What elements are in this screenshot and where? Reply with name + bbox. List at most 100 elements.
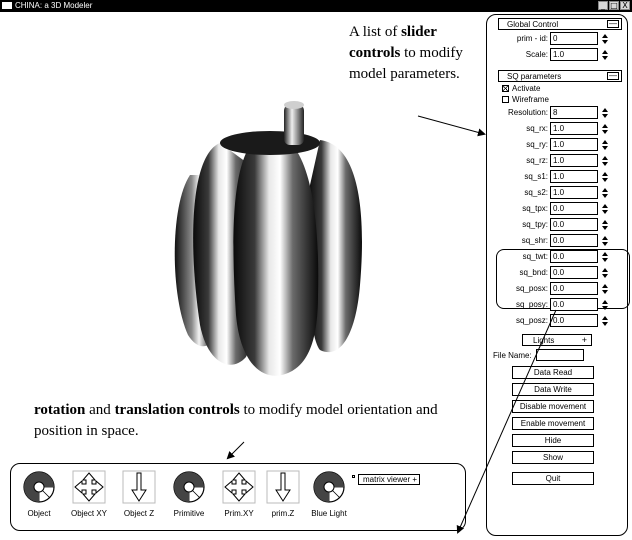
spinner-arrows[interactable] bbox=[602, 236, 608, 246]
expand-button[interactable]: + bbox=[582, 336, 587, 345]
toolbar-button[interactable]: Object XY bbox=[64, 470, 114, 518]
toolbar-button[interactable]: prim.Z bbox=[258, 470, 308, 518]
slider-value-field[interactable]: 1.0 bbox=[550, 170, 598, 183]
slider-label: sq_tpx: bbox=[522, 204, 548, 213]
expand-icon: + bbox=[412, 475, 417, 484]
arrow-up-icon bbox=[602, 50, 608, 54]
toolbar-button[interactable]: Primitive bbox=[164, 470, 214, 518]
slider-value-field[interactable]: 1.0 bbox=[550, 186, 598, 199]
global-control-header[interactable]: Global Control — bbox=[498, 18, 622, 30]
file-name-label: File Name: bbox=[493, 351, 532, 360]
slider-value-field[interactable]: 0.0 bbox=[550, 234, 598, 247]
arrow-down-icon bbox=[602, 322, 608, 326]
slider-value-field[interactable]: 0.0 bbox=[550, 298, 598, 311]
close-button[interactable]: X bbox=[620, 1, 630, 10]
spinner-arrows[interactable] bbox=[602, 220, 608, 230]
spinner-arrows[interactable] bbox=[602, 188, 608, 198]
action-button[interactable]: Disable movement bbox=[512, 400, 594, 413]
3d-model-viewport[interactable] bbox=[160, 95, 380, 395]
file-name-row: File Name: bbox=[493, 349, 622, 363]
slider-value-field[interactable]: 0 bbox=[550, 32, 598, 45]
window-title: CHINA: a 3D Modeler bbox=[15, 1, 93, 10]
group-title: SQ parameters bbox=[507, 72, 562, 81]
spinner-arrows[interactable] bbox=[602, 108, 608, 118]
slider-value-field[interactable]: 0.0 bbox=[550, 218, 598, 231]
checkbox-row[interactable]: Activate bbox=[498, 84, 622, 94]
slider-row: sq_twt: 0.0 bbox=[498, 250, 622, 264]
spinner-arrows[interactable] bbox=[602, 300, 608, 310]
slider-value-field[interactable]: 0.0 bbox=[550, 202, 598, 215]
toolbar-button[interactable]: Blue Light bbox=[304, 470, 354, 518]
matrix-viewer-handle[interactable] bbox=[352, 475, 355, 478]
slider-row: sq_tpy: 0.0 bbox=[498, 218, 622, 232]
slider-value-field[interactable]: 1.0 bbox=[550, 122, 598, 135]
slider-value-field[interactable]: 0.0 bbox=[550, 266, 598, 279]
arrow-down-icon bbox=[602, 162, 608, 166]
arrow-up-icon bbox=[602, 316, 608, 320]
checkbox[interactable] bbox=[502, 85, 509, 93]
action-button[interactable]: Data Read bbox=[512, 366, 594, 379]
quit-button[interactable]: Quit bbox=[512, 472, 594, 485]
toolbar-button[interactable]: Prim.XY bbox=[214, 470, 264, 518]
spinner-arrows[interactable] bbox=[602, 268, 608, 278]
arrow-up-icon bbox=[602, 108, 608, 112]
slider-label: sq_s2: bbox=[524, 188, 548, 197]
annotation-text: and bbox=[85, 402, 115, 418]
lights-header[interactable]: Lights + bbox=[522, 334, 592, 346]
slider-value-field[interactable]: 8 bbox=[550, 106, 598, 119]
action-button[interactable]: Hide bbox=[512, 434, 594, 447]
annotation-bold: rotation bbox=[34, 402, 86, 418]
slider-value-field[interactable]: 0.0 bbox=[550, 282, 598, 295]
rotate-ball-icon bbox=[14, 470, 64, 504]
toolbar-label: Object bbox=[27, 509, 51, 518]
spinner-arrows[interactable] bbox=[602, 204, 608, 214]
slider-value-field[interactable]: 1.0 bbox=[550, 154, 598, 167]
spinner-arrows[interactable] bbox=[602, 316, 608, 326]
arrow-down-icon bbox=[602, 178, 608, 182]
slider-row: sq_posz: 0.0 bbox=[498, 314, 622, 328]
checkbox-row[interactable]: Wireframe bbox=[498, 95, 622, 105]
collapse-button[interactable]: — bbox=[607, 20, 619, 28]
spinner-arrows[interactable] bbox=[602, 34, 608, 44]
arrow-up-icon bbox=[602, 124, 608, 128]
slider-row: sq_tpx: 0.0 bbox=[498, 202, 622, 216]
maximize-button[interactable]: □ bbox=[609, 1, 619, 10]
spinner-arrows[interactable] bbox=[602, 50, 608, 60]
spinner-arrows[interactable] bbox=[602, 284, 608, 294]
spinner-arrows[interactable] bbox=[602, 124, 608, 134]
toolbar-label: Object Z bbox=[123, 509, 155, 518]
slider-value-field[interactable]: 1.0 bbox=[550, 48, 598, 61]
toolbar-label: Object XY bbox=[70, 509, 107, 518]
slider-label: Scale: bbox=[525, 50, 548, 59]
action-button[interactable]: Data Write bbox=[512, 383, 594, 396]
arrow-up-icon bbox=[602, 252, 608, 256]
move-xy-icon bbox=[214, 470, 264, 504]
slider-value-field[interactable]: 0.0 bbox=[550, 314, 598, 327]
action-button[interactable]: Enable movement bbox=[512, 417, 594, 430]
spinner-arrows[interactable] bbox=[602, 252, 608, 262]
minimize-button[interactable]: _ bbox=[598, 1, 608, 10]
file-name-input[interactable] bbox=[536, 349, 584, 361]
slider-row: sq_s2: 1.0 bbox=[498, 186, 622, 200]
arrow-up-icon bbox=[602, 140, 608, 144]
slider-value-field[interactable]: 1.0 bbox=[550, 138, 598, 151]
arrow-up-icon bbox=[602, 268, 608, 272]
arrow-down-icon bbox=[602, 56, 608, 60]
arrow-down-icon bbox=[602, 194, 608, 198]
arrow-down-icon bbox=[602, 242, 608, 246]
slider-label: sq_rx: bbox=[526, 124, 548, 133]
action-button[interactable]: Show bbox=[512, 451, 594, 464]
slider-value-field[interactable]: 0.0 bbox=[550, 250, 598, 263]
sq-parameters-header[interactable]: SQ parameters — bbox=[498, 70, 622, 82]
spinner-arrows[interactable] bbox=[602, 140, 608, 150]
spinner-arrows[interactable] bbox=[602, 172, 608, 182]
checkbox[interactable] bbox=[502, 96, 509, 104]
collapse-button[interactable]: — bbox=[607, 72, 619, 80]
toolbar-button[interactable]: Object bbox=[14, 470, 64, 518]
matrix-viewer-label: matrix viewer bbox=[363, 475, 411, 484]
arrow-down-icon bbox=[602, 274, 608, 278]
toolbar-button[interactable]: Object Z bbox=[114, 470, 164, 518]
matrix-viewer-button[interactable]: matrix viewer + bbox=[358, 474, 420, 485]
rotation-annotation: rotation and translation controls to mod… bbox=[34, 400, 464, 442]
spinner-arrows[interactable] bbox=[602, 156, 608, 166]
